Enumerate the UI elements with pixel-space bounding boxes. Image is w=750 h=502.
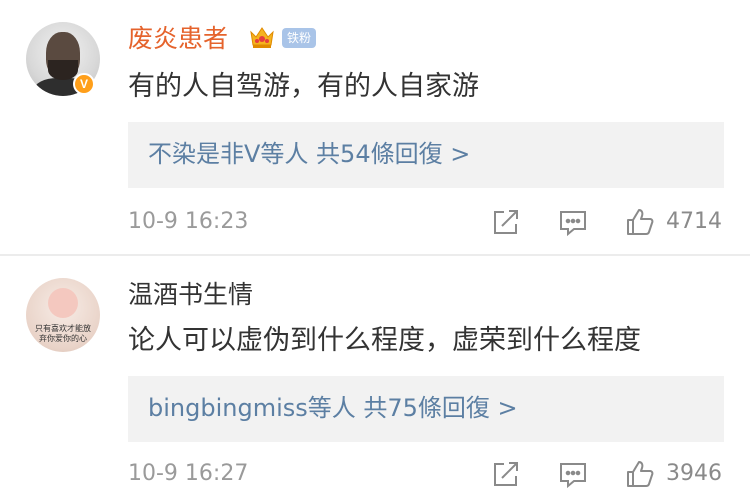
comment-item: 只有喜欢才能放 弃你爱你的心 温酒书生情 论人可以虚伪到什么程度，虚荣到什么程度… [0,256,750,502]
reply-summary-link[interactable]: 不染是非V等人 共54條回復 > [148,139,470,169]
reply-summary-link[interactable]: bingbingmiss等人 共75條回復 > [148,393,518,423]
like-count: 4714 [666,209,722,234]
like-icon[interactable] [624,206,656,238]
username[interactable]: 温酒书生情 [128,280,253,310]
timestamp: 10-9 16:27 [128,461,249,486]
comment-icon[interactable] [557,458,589,490]
comment-text: 论人可以虚伪到什么程度，虚荣到什么程度 [128,325,641,356]
share-icon[interactable] [490,458,522,490]
reply-summary-box[interactable]: 不染是非V等人 共54條回復 > [128,122,724,188]
fan-badge: 铁粉 [282,28,317,48]
avatar-flower [48,288,78,318]
comment-text: 有的人自驾游，有的人自家游 [128,71,479,102]
like-count: 3946 [666,461,722,486]
timestamp: 10-9 16:23 [128,209,249,234]
avatar[interactable]: 只有喜欢才能放 弃你爱你的心 [26,278,100,352]
crown-icon [250,27,274,48]
comment-footer: 10-9 16:27 3946 [0,455,750,495]
share-icon[interactable] [490,206,522,238]
avatar-caption: 只有喜欢才能放 弃你爱你的心 [35,324,91,343]
reply-summary-box[interactable]: bingbingmiss等人 共75條回復 > [128,376,724,442]
like-icon[interactable] [624,458,656,490]
comment-item: V 废炎患者 铁粉 有的人自驾游，有的人自家游 不染是非V等人 共54條回復 >… [0,0,750,256]
username[interactable]: 废炎患者 [128,24,228,54]
verified-badge: V [73,73,95,95]
comment-footer: 10-9 16:23 4714 [0,203,750,243]
avatar-beard [48,60,78,80]
comment-icon[interactable] [557,206,589,238]
